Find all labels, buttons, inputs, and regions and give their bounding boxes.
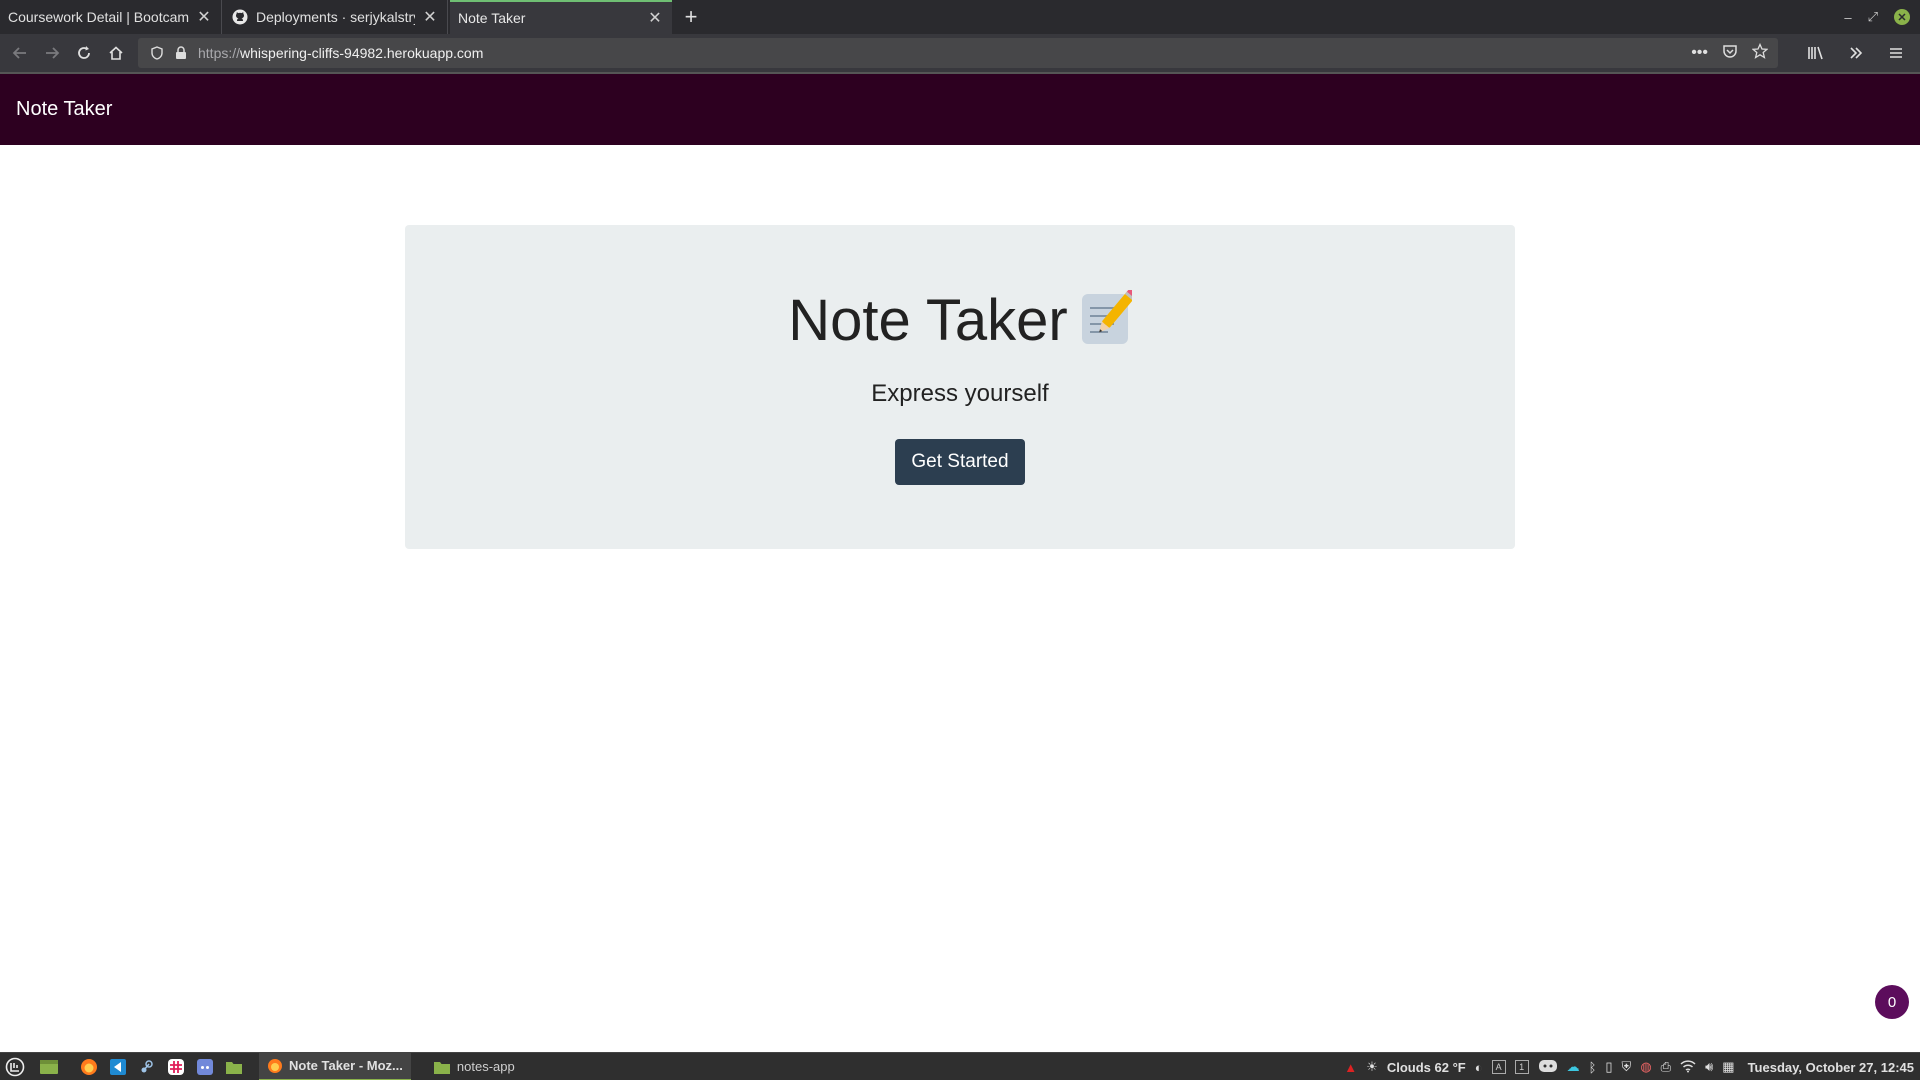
clipboard-icon[interactable]: ▯: [1605, 1059, 1612, 1075]
minimize-icon[interactable]: –: [1844, 10, 1851, 25]
discord-tray-icon[interactable]: [1538, 1059, 1558, 1076]
browser-navbar: https://whispering-cliffs-94982.herokuap…: [0, 34, 1920, 72]
vscode-icon[interactable]: [107, 1056, 129, 1078]
show-desktop-icon[interactable]: [38, 1056, 60, 1078]
github-icon: [232, 9, 248, 25]
get-started-button[interactable]: Get Started: [895, 439, 1025, 485]
window-close-icon[interactable]: ✕: [1894, 9, 1910, 25]
files-icon[interactable]: [223, 1056, 245, 1078]
hamburger-menu-icon[interactable]: [1880, 37, 1912, 69]
site-brand-link[interactable]: Note Taker: [16, 98, 112, 121]
hero-title-text: Note Taker: [788, 288, 1068, 353]
url-bar[interactable]: https://whispering-cliffs-94982.herokuap…: [138, 38, 1778, 68]
url-host: whispering-cliffs-94982.herokuapp.com: [240, 45, 484, 61]
shield-icon[interactable]: [144, 46, 170, 60]
url-scheme: https://: [198, 45, 241, 61]
alert-icon[interactable]: ▲: [1344, 1060, 1357, 1075]
close-icon[interactable]: ✕: [646, 9, 664, 27]
tab-note-taker[interactable]: Note Taker ✕: [450, 0, 672, 34]
keyboard-1-indicator: 1: [1514, 1060, 1529, 1074]
wifi-icon[interactable]: [1680, 1059, 1696, 1076]
taskbar-window-label: Note Taker - Moz...: [289, 1058, 403, 1073]
firefox-launcher-icon[interactable]: [78, 1056, 100, 1078]
tab-coursework[interactable]: Coursework Detail | Bootcamp ✕: [0, 0, 222, 34]
discord-launcher-icon[interactable]: [194, 1056, 216, 1078]
steam-icon[interactable]: [136, 1056, 158, 1078]
hero-jumbotron: Note Taker Express yourself Get Started: [405, 225, 1515, 549]
os-taskbar: Note Taker - Moz... notes-app ▲ ☀ Clouds…: [0, 1052, 1920, 1080]
close-icon[interactable]: ✕: [421, 8, 439, 26]
notification-badge[interactable]: 0: [1875, 985, 1909, 1019]
window-controls: – ⤢ ✕: [1844, 0, 1920, 34]
tab-title: Note Taker: [458, 10, 526, 26]
firefox-icon: [268, 1058, 282, 1073]
tab-deployments[interactable]: Deployments · serjykalstryk ✕: [224, 0, 448, 34]
pocket-icon[interactable]: [1722, 43, 1738, 64]
site-navbar: Note Taker: [0, 72, 1920, 145]
folder-icon: [433, 1061, 450, 1074]
reload-icon[interactable]: [68, 37, 100, 69]
bookmark-star-icon[interactable]: [1751, 42, 1769, 64]
cloud-sync-icon[interactable]: ☁: [1567, 1059, 1580, 1075]
bluetooth-icon[interactable]: ᛒ: [1589, 1060, 1597, 1075]
memo-emoji-icon: [1080, 288, 1137, 351]
taskbar-window-notes-app[interactable]: notes-app: [425, 1053, 523, 1080]
library-icon[interactable]: [1800, 37, 1832, 69]
volume-icon[interactable]: 🔊︎: [1705, 1059, 1713, 1075]
home-icon[interactable]: [100, 37, 132, 69]
hero-subtitle: Express yourself: [871, 380, 1049, 407]
calendar-icon[interactable]: ▦: [1722, 1059, 1734, 1075]
steam-tray-icon[interactable]: ◐: [1475, 1060, 1483, 1075]
printer-icon[interactable]: ⎙: [1661, 1059, 1671, 1075]
taskbar-window-label: notes-app: [456, 1059, 515, 1074]
weather-text[interactable]: Clouds 62 °F: [1387, 1060, 1466, 1075]
update-icon[interactable]: ◍: [1640, 1059, 1651, 1075]
clock[interactable]: Tuesday, October 27, 12:45: [1748, 1060, 1914, 1075]
slack-icon[interactable]: [165, 1056, 187, 1078]
security-shield-icon[interactable]: ⛨: [1622, 1059, 1632, 1075]
weather-icon[interactable]: ☀: [1366, 1059, 1378, 1075]
keyboard-a-indicator: A: [1491, 1060, 1506, 1074]
url-text: https://whispering-cliffs-94982.herokuap…: [198, 45, 483, 61]
back-arrow-icon[interactable]: [4, 37, 36, 69]
overflow-chevron-icon[interactable]: [1840, 37, 1872, 69]
start-menu-icon[interactable]: [4, 1056, 26, 1078]
forward-arrow-icon[interactable]: [36, 37, 68, 69]
lock-icon[interactable]: [170, 46, 192, 60]
restore-icon[interactable]: ⤢: [1868, 9, 1878, 25]
close-icon[interactable]: ✕: [195, 8, 213, 26]
hero-title: Note Taker: [405, 287, 1515, 354]
taskbar-window-firefox[interactable]: Note Taker - Moz...: [259, 1052, 411, 1080]
new-tab-button[interactable]: +: [676, 0, 706, 34]
tab-title: Deployments · serjykalstryk: [256, 9, 415, 25]
page-actions-icon[interactable]: •••: [1691, 44, 1708, 62]
tab-title: Coursework Detail | Bootcamp: [8, 9, 189, 25]
browser-tab-strip: Coursework Detail | Bootcamp ✕ Deploymen…: [0, 0, 1920, 34]
system-tray: ▲ ☀ Clouds 62 °F ◐ A 1 ☁ ᛒ ▯ ⛨ ◍ ⎙ 🔊︎ ▦ …: [1344, 1053, 1914, 1080]
